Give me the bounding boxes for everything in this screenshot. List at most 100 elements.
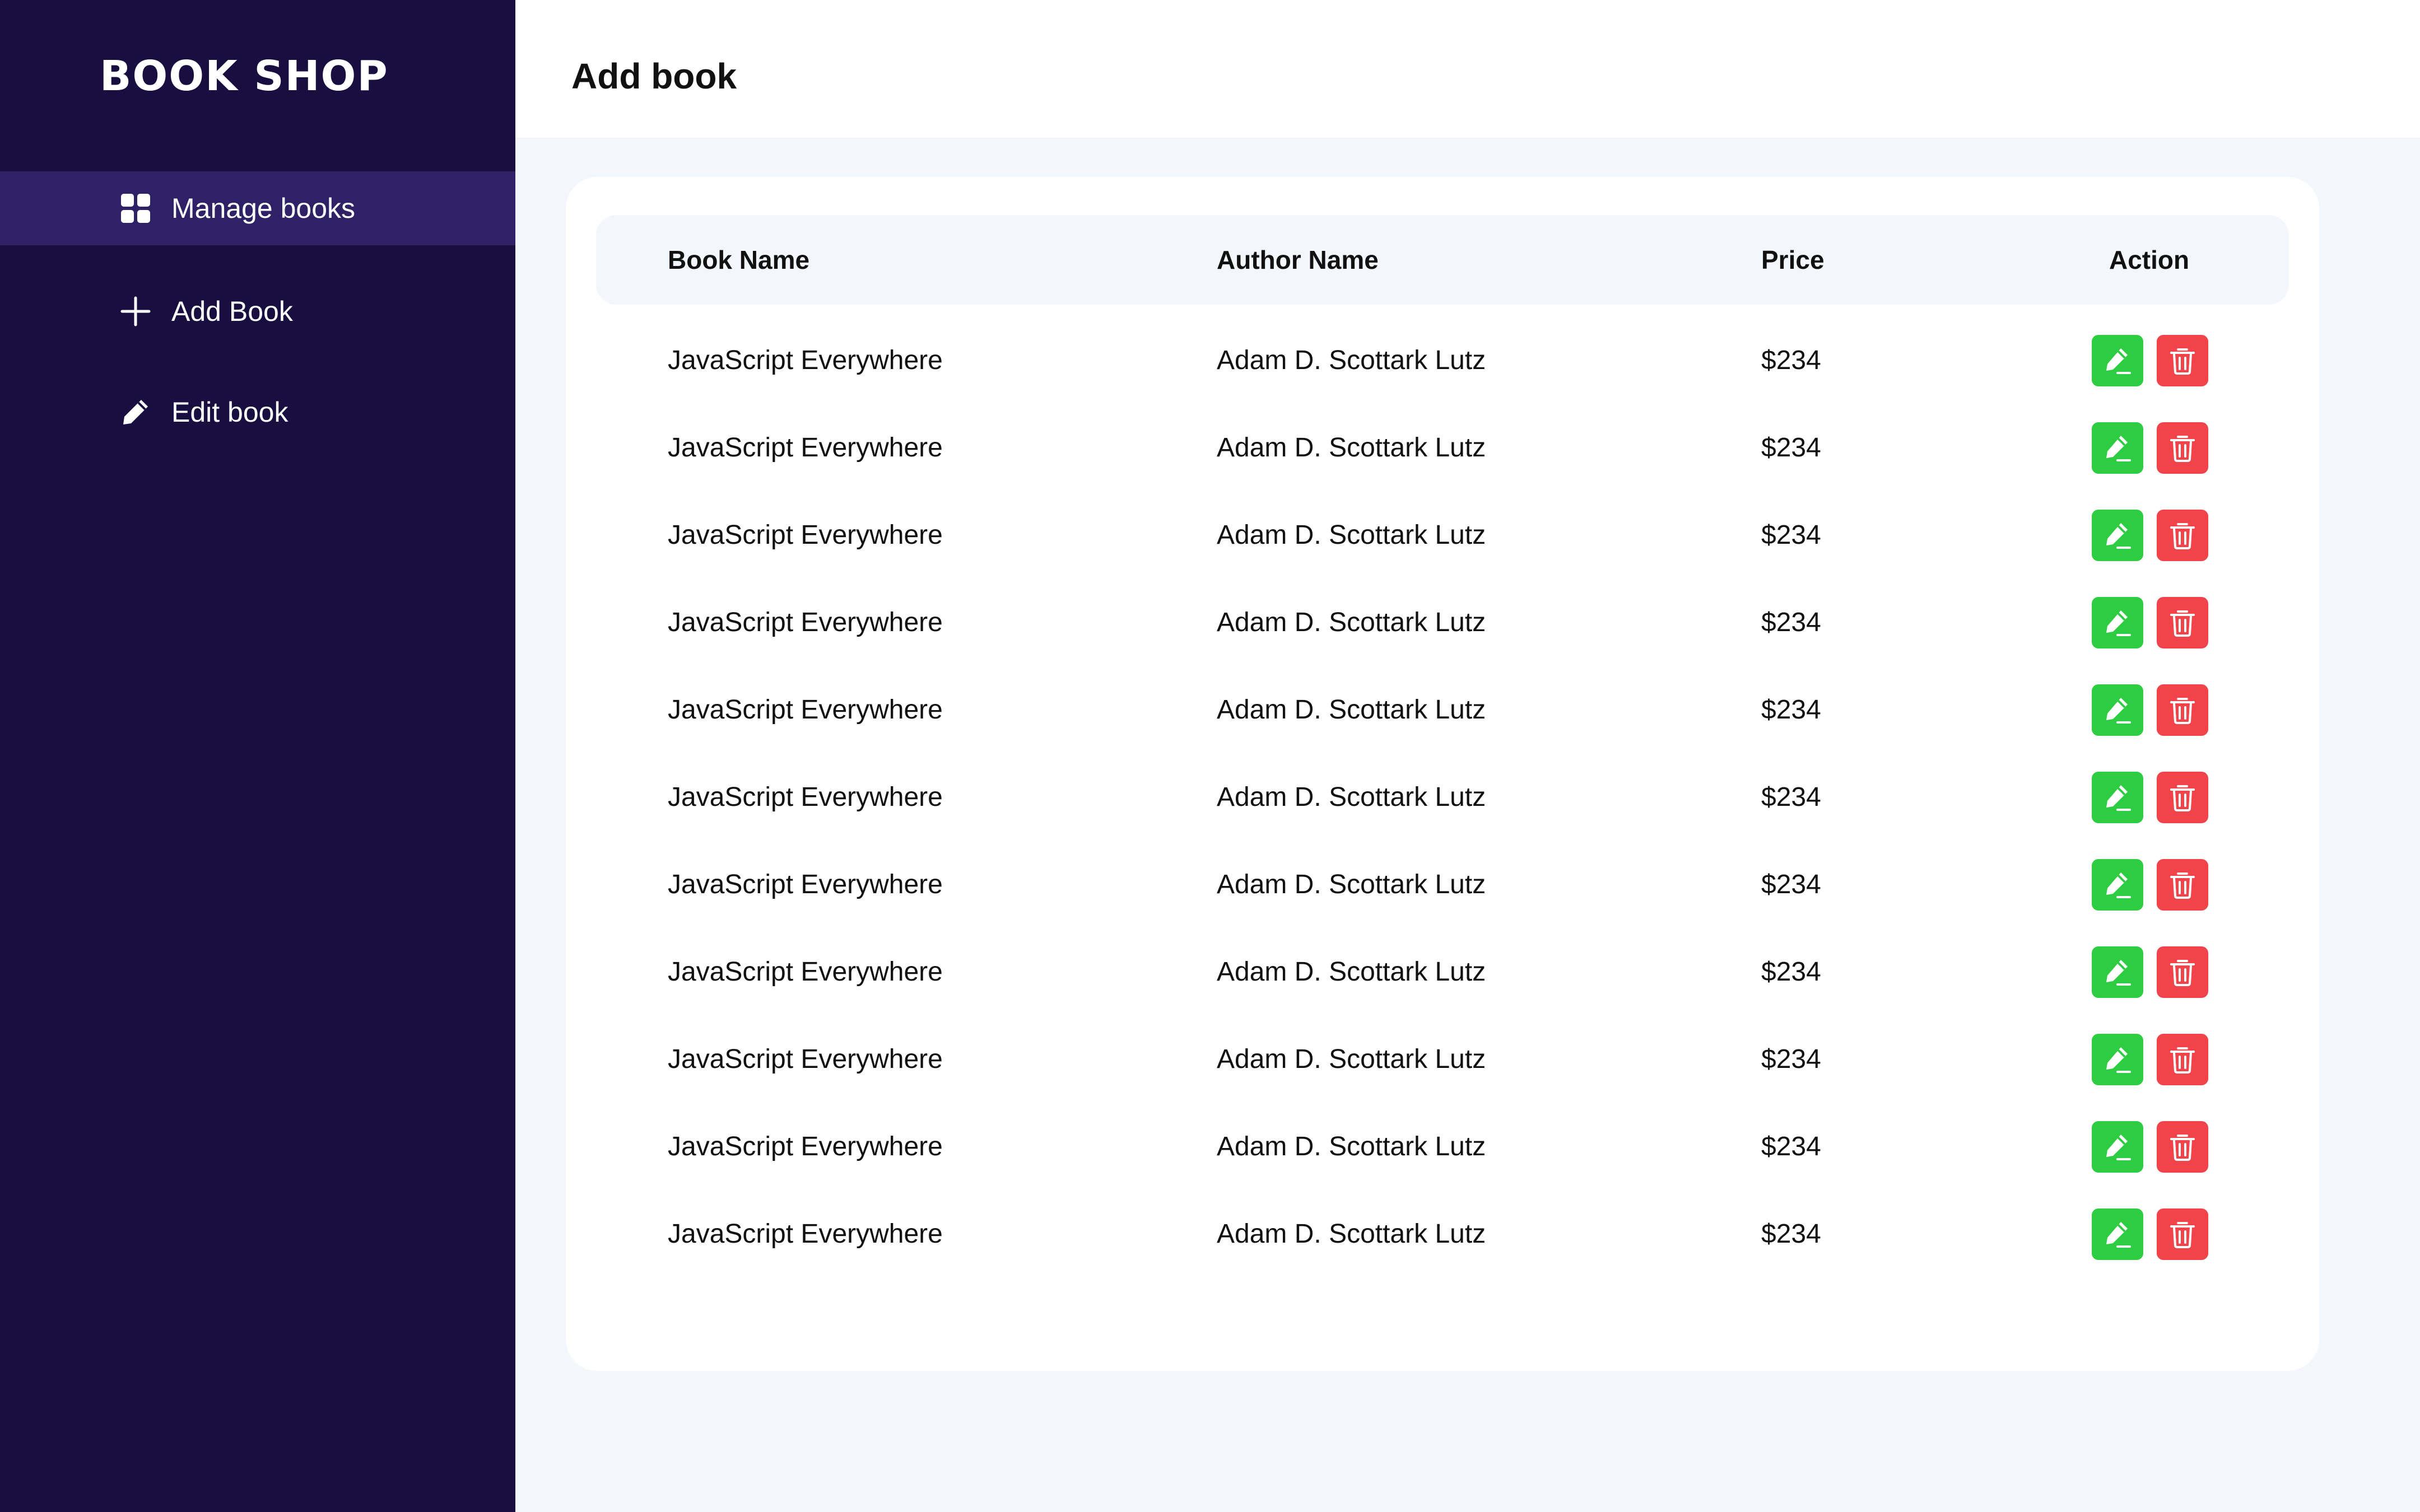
cell-book-name: JavaScript Everywhere <box>668 957 943 987</box>
edit-pencil-icon <box>2106 348 2131 374</box>
edit-button[interactable] <box>2092 510 2143 561</box>
sidebar-item-label: Edit book <box>171 396 288 428</box>
cell-book-name: JavaScript Everywhere <box>668 1219 943 1249</box>
edit-pencil-icon <box>2106 1135 2131 1160</box>
cell-price: $234 <box>1761 695 1821 725</box>
edit-pencil-icon <box>2106 872 2131 898</box>
trash-icon <box>2170 785 2195 811</box>
cell-author-name: Adam D. Scottark Lutz <box>1217 608 1486 637</box>
sidebar-item-label: Add Book <box>171 296 293 327</box>
edit-button[interactable] <box>2092 1208 2143 1260</box>
sidebar-item-add-book[interactable]: Add Book <box>0 274 515 348</box>
cell-author-name: Adam D. Scottark Lutz <box>1217 957 1486 987</box>
sidebar: BOOK SHOP Manage books Add Book Edit boo… <box>0 0 515 1512</box>
cell-author-name: Adam D. Scottark Lutz <box>1217 520 1486 550</box>
column-header-price: Price <box>1761 245 1825 274</box>
delete-button[interactable] <box>2157 510 2208 561</box>
delete-button[interactable] <box>2157 1121 2208 1173</box>
edit-pencil-icon <box>2106 610 2131 636</box>
row-actions <box>2092 1034 2208 1085</box>
trash-icon <box>2170 348 2195 375</box>
row-actions <box>2092 510 2208 561</box>
column-header-action: Action <box>2109 245 2190 274</box>
delete-button[interactable] <box>2157 684 2208 736</box>
delete-button[interactable] <box>2157 946 2208 998</box>
cell-price: $234 <box>1761 520 1821 550</box>
cell-book-name: JavaScript Everywhere <box>668 1044 943 1074</box>
edit-button[interactable] <box>2092 859 2143 911</box>
page-title: Add book <box>571 56 737 96</box>
table-row: JavaScript Everywhere Adam D. Scottark L… <box>566 841 2319 928</box>
cell-book-name: JavaScript Everywhere <box>668 870 943 899</box>
plus-icon <box>120 296 151 327</box>
delete-button[interactable] <box>2157 422 2208 474</box>
cell-price: $234 <box>1761 1219 1821 1249</box>
trash-icon <box>2170 436 2195 462</box>
cell-book-name: JavaScript Everywhere <box>668 695 943 725</box>
cell-author-name: Adam D. Scottark Lutz <box>1217 782 1486 812</box>
delete-button[interactable] <box>2157 1034 2208 1085</box>
table-row: JavaScript Everywhere Adam D. Scottark L… <box>566 754 2319 841</box>
row-actions <box>2092 1121 2208 1173</box>
edit-pencil-icon <box>2106 785 2131 811</box>
cell-author-name: Adam D. Scottark Lutz <box>1217 1219 1486 1249</box>
table-row: JavaScript Everywhere Adam D. Scottark L… <box>566 1016 2319 1103</box>
edit-button[interactable] <box>2092 772 2143 823</box>
trash-icon <box>2170 1135 2195 1161</box>
cell-author-name: Adam D. Scottark Lutz <box>1217 695 1486 725</box>
row-actions <box>2092 1208 2208 1260</box>
cell-book-name: JavaScript Everywhere <box>668 782 943 812</box>
cell-price: $234 <box>1761 1132 1821 1161</box>
edit-button[interactable] <box>2092 422 2143 474</box>
edit-pencil-icon <box>2106 436 2131 461</box>
delete-button[interactable] <box>2157 772 2208 823</box>
row-actions <box>2092 422 2208 474</box>
trash-icon <box>2170 1222 2195 1248</box>
table-row: JavaScript Everywhere Adam D. Scottark L… <box>566 317 2319 404</box>
edit-button[interactable] <box>2092 597 2143 648</box>
delete-button[interactable] <box>2157 335 2208 386</box>
edit-button[interactable] <box>2092 1121 2143 1173</box>
row-actions <box>2092 859 2208 911</box>
cell-price: $234 <box>1761 608 1821 637</box>
cell-book-name: JavaScript Everywhere <box>668 433 943 463</box>
sidebar-item-manage-books[interactable]: Manage books <box>0 171 515 245</box>
edit-pencil-icon <box>2106 698 2131 724</box>
cell-price: $234 <box>1761 433 1821 463</box>
edit-pencil-icon <box>2106 523 2131 549</box>
delete-button[interactable] <box>2157 597 2208 648</box>
cell-book-name: JavaScript Everywhere <box>668 1132 943 1161</box>
cell-author-name: Adam D. Scottark Lutz <box>1217 346 1486 375</box>
cell-price: $234 <box>1761 782 1821 812</box>
column-header-author-name: Author Name <box>1217 245 1379 274</box>
cell-author-name: Adam D. Scottark Lutz <box>1217 870 1486 899</box>
pencil-icon <box>120 396 151 428</box>
edit-button[interactable] <box>2092 684 2143 736</box>
edit-button[interactable] <box>2092 335 2143 386</box>
trash-icon <box>2170 872 2195 899</box>
edit-pencil-icon <box>2106 1047 2131 1073</box>
table-row: JavaScript Everywhere Adam D. Scottark L… <box>566 1103 2319 1191</box>
cell-price: $234 <box>1761 1044 1821 1074</box>
edit-button[interactable] <box>2092 946 2143 998</box>
cell-author-name: Adam D. Scottark Lutz <box>1217 1132 1486 1161</box>
table-row: JavaScript Everywhere Adam D. Scottark L… <box>566 1191 2319 1278</box>
row-actions <box>2092 772 2208 823</box>
row-actions <box>2092 335 2208 386</box>
edit-pencil-icon <box>2106 960 2131 986</box>
edit-button[interactable] <box>2092 1034 2143 1085</box>
cell-author-name: Adam D. Scottark Lutz <box>1217 433 1486 463</box>
row-actions <box>2092 597 2208 648</box>
table-header: Book Name Author Name Price Action <box>596 215 2289 305</box>
cell-book-name: JavaScript Everywhere <box>668 520 943 550</box>
row-actions <box>2092 684 2208 736</box>
grid-icon <box>120 193 151 224</box>
cell-author-name: Adam D. Scottark Lutz <box>1217 1044 1486 1074</box>
trash-icon <box>2170 523 2195 549</box>
page-header: Add book <box>515 0 2420 138</box>
delete-button[interactable] <box>2157 859 2208 911</box>
trash-icon <box>2170 1047 2195 1074</box>
delete-button[interactable] <box>2157 1208 2208 1260</box>
sidebar-item-edit-book[interactable]: Edit book <box>0 375 515 449</box>
trash-icon <box>2170 698 2195 724</box>
